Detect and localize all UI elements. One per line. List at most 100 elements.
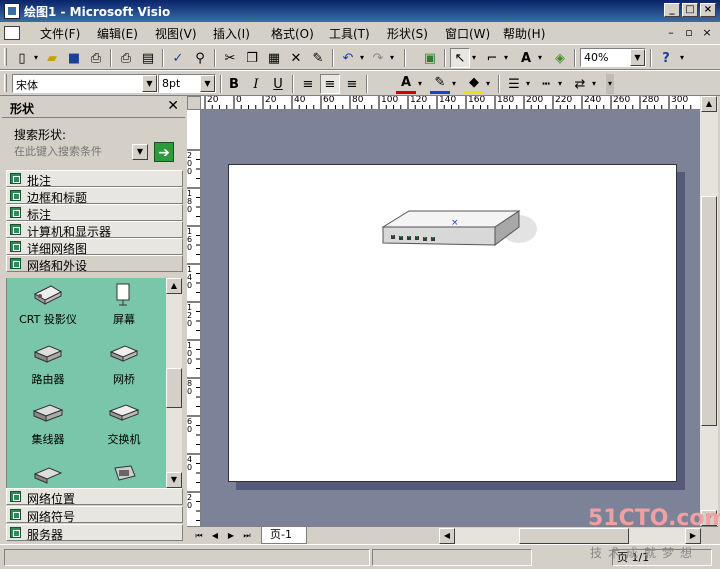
- redo-icon[interactable]: ↷: [368, 48, 388, 68]
- preview-icon[interactable]: ▤: [138, 48, 158, 68]
- menu-format[interactable]: 格式(O): [271, 25, 314, 42]
- chevron-down-icon[interactable]: ▼: [630, 49, 645, 66]
- stencil-scrollbar[interactable]: ▲ ▼: [166, 278, 182, 488]
- scroll-up-icon[interactable]: ▲: [166, 278, 182, 294]
- stencil-item-annotations[interactable]: 批注: [6, 170, 183, 188]
- align-left-icon[interactable]: ≡: [298, 74, 318, 94]
- line-pattern-icon[interactable]: ┅: [536, 74, 556, 94]
- close-icon[interactable]: ✕: [167, 98, 179, 114]
- toolbar-options-icon[interactable]: ▾: [678, 48, 686, 68]
- stencil-item-network-peripherals[interactable]: 网络和外设: [6, 255, 183, 273]
- shape-crt-projector[interactable]: CRT 投影仪: [13, 282, 83, 327]
- ruler-corner[interactable]: [187, 96, 201, 110]
- scroll-thumb[interactable]: [166, 368, 182, 408]
- pointer-dropdown-icon[interactable]: ▾: [470, 48, 478, 68]
- new-icon[interactable]: ▯: [12, 48, 32, 68]
- drawing-canvas[interactable]: ×: [201, 110, 700, 526]
- shape-telephone[interactable]: [89, 462, 159, 488]
- chevron-down-icon[interactable]: ▼: [200, 75, 215, 92]
- stencil-item-network-symbols[interactable]: 网络符号: [6, 506, 183, 524]
- line-color-icon[interactable]: ✎: [430, 74, 450, 94]
- redo-dropdown-icon[interactable]: ▾: [388, 48, 396, 68]
- toolbar-options-icon[interactable]: ▾: [606, 74, 614, 94]
- canvas-vertical-scrollbar[interactable]: ▲ ▼: [700, 96, 718, 526]
- copy-icon[interactable]: ❐: [242, 48, 262, 68]
- first-page-icon[interactable]: ⏮: [193, 530, 205, 542]
- document-icon[interactable]: [4, 26, 20, 40]
- search-dropdown-icon[interactable]: ▼: [132, 144, 148, 160]
- help-icon[interactable]: ?: [656, 48, 676, 68]
- line-color-dropdown-icon[interactable]: ▾: [450, 74, 458, 94]
- cut-icon[interactable]: ✂: [220, 48, 240, 68]
- shape-modem[interactable]: [13, 462, 83, 488]
- stencil-item-callouts[interactable]: 标注: [6, 204, 183, 222]
- scroll-down-icon[interactable]: ▼: [166, 472, 182, 488]
- connector-tool-icon[interactable]: ⌐: [482, 48, 502, 68]
- zoom-combo[interactable]: 40% ▼: [580, 48, 646, 67]
- italic-button[interactable]: I: [246, 74, 266, 94]
- visio-app-icon[interactable]: [4, 3, 20, 19]
- undo-icon[interactable]: ↶: [338, 48, 358, 68]
- chevron-down-icon[interactable]: ▼: [142, 75, 157, 92]
- text-dropdown-icon[interactable]: ▾: [536, 48, 544, 68]
- stencil-item-servers[interactable]: 服务器: [6, 524, 183, 542]
- shape-router[interactable]: 路由器: [13, 342, 83, 387]
- toolbar-gripper[interactable]: [4, 48, 7, 66]
- menu-help[interactable]: 帮助(H): [503, 25, 545, 42]
- scroll-thumb[interactable]: [701, 196, 717, 426]
- align-right-icon[interactable]: ≡: [342, 74, 362, 94]
- text-tool-icon[interactable]: A: [516, 48, 536, 68]
- toolbar-gripper[interactable]: [4, 74, 7, 92]
- font-color-dropdown-icon[interactable]: ▾: [416, 74, 424, 94]
- last-page-icon[interactable]: ⏭: [241, 530, 253, 542]
- menu-edit[interactable]: 编辑(E): [97, 25, 138, 42]
- horizontal-ruler[interactable]: 20 0 20 40 60 80 100 120 140 160 180 200 220 240 260 28…: [201, 96, 700, 110]
- menu-window[interactable]: 窗口(W): [445, 25, 490, 42]
- minimize-button[interactable]: _: [664, 3, 680, 17]
- font-color-icon[interactable]: A: [396, 74, 416, 94]
- mdi-minimize-button[interactable]: –: [664, 26, 678, 40]
- print-preview-icon[interactable]: ⎙: [116, 48, 136, 68]
- menu-tools[interactable]: 工具(T): [329, 25, 370, 42]
- bold-button[interactable]: B: [224, 74, 244, 94]
- line-weight-icon[interactable]: ☰: [504, 74, 524, 94]
- delete-icon[interactable]: ✕: [286, 48, 306, 68]
- mdi-close-button[interactable]: ×: [700, 26, 714, 40]
- paste-icon[interactable]: ▦: [264, 48, 284, 68]
- shapes-window-icon[interactable]: ▣: [420, 48, 440, 68]
- menu-file[interactable]: 文件(F): [40, 25, 80, 42]
- spelling-icon[interactable]: ✓: [168, 48, 188, 68]
- menu-insert[interactable]: 插入(I): [213, 25, 250, 42]
- fill-bucket-icon[interactable]: ◈: [550, 48, 570, 68]
- stencil-item-detailed-network[interactable]: 详细网络图: [6, 238, 183, 256]
- search-go-button[interactable]: ➔: [154, 142, 174, 162]
- print-icon[interactable]: ⎙: [86, 48, 106, 68]
- align-center-icon[interactable]: ≡: [320, 74, 340, 94]
- menu-view[interactable]: 视图(V): [155, 25, 197, 42]
- line-pattern-dropdown-icon[interactable]: ▾: [556, 74, 564, 94]
- stencil-item-computers-monitors[interactable]: 计算机和显示器: [6, 221, 183, 239]
- shape-bridge[interactable]: 网桥: [89, 342, 159, 387]
- menu-shape[interactable]: 形状(S): [387, 25, 428, 42]
- underline-button[interactable]: U: [268, 74, 288, 94]
- close-button[interactable]: ×: [700, 3, 716, 17]
- fill-color-icon[interactable]: ◆: [464, 74, 484, 94]
- new-dropdown-icon[interactable]: ▾: [32, 48, 40, 68]
- line-ends-dropdown-icon[interactable]: ▾: [590, 74, 598, 94]
- next-page-icon[interactable]: ▶: [225, 530, 237, 542]
- undo-dropdown-icon[interactable]: ▾: [358, 48, 366, 68]
- fill-color-dropdown-icon[interactable]: ▾: [484, 74, 492, 94]
- line-ends-icon[interactable]: ⇄: [570, 74, 590, 94]
- maximize-button[interactable]: □: [682, 3, 698, 17]
- research-icon[interactable]: ⚲: [190, 48, 210, 68]
- shape-hub[interactable]: 集线器: [13, 402, 83, 447]
- open-icon[interactable]: ▰: [42, 48, 62, 68]
- stencil-item-borders-titles[interactable]: 边框和标题: [6, 187, 183, 205]
- save-icon[interactable]: ■: [64, 48, 84, 68]
- connector-dropdown-icon[interactable]: ▾: [502, 48, 510, 68]
- page-tab[interactable]: 页-1: [261, 527, 307, 544]
- vertical-ruler[interactable]: 200 180 160 140 120 100 80 60 40 20: [187, 110, 201, 526]
- stencil-item-network-locations[interactable]: 网络位置: [6, 488, 183, 506]
- scroll-up-icon[interactable]: ▲: [701, 96, 717, 112]
- shape-switch[interactable]: 交换机: [89, 402, 159, 447]
